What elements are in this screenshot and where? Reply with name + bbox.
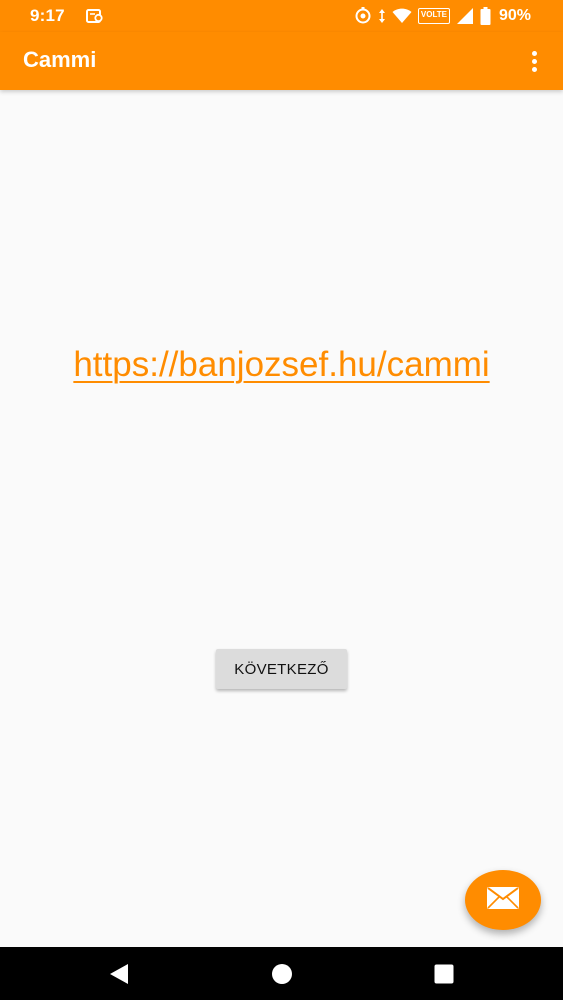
mail-fab-button[interactable] [465,870,541,930]
menu-dot [531,50,537,56]
menu-dot [531,66,537,72]
status-bar: 9:17 VOLTE 90% [0,0,563,32]
navigation-bar [0,947,563,1000]
home-icon[interactable] [242,947,322,1000]
data-arrows-icon [378,8,386,24]
battery-icon [480,7,491,25]
signal-icon [456,7,474,25]
app-bar: Cammi [0,32,563,90]
sync-icon [354,7,372,25]
menu-dot [531,58,537,64]
volte-label: VOLTE [420,10,447,19]
back-icon[interactable] [79,947,159,1000]
more-vert-icon[interactable] [519,46,549,76]
status-time: 9:17 [30,6,65,25]
app-title: Cammi [23,47,97,72]
volte-icon: VOLTE [417,8,450,24]
notification-icon [86,8,104,24]
website-link[interactable]: https://banjozsef.hu/cammi [0,345,563,385]
status-icons: VOLTE 90% [354,5,531,27]
next-button[interactable]: KÖVETKEZŐ [216,649,347,689]
mail-icon [486,886,520,915]
battery-percent: 90% [498,7,531,24]
recents-icon[interactable] [404,947,484,1000]
wifi-icon [392,8,412,24]
